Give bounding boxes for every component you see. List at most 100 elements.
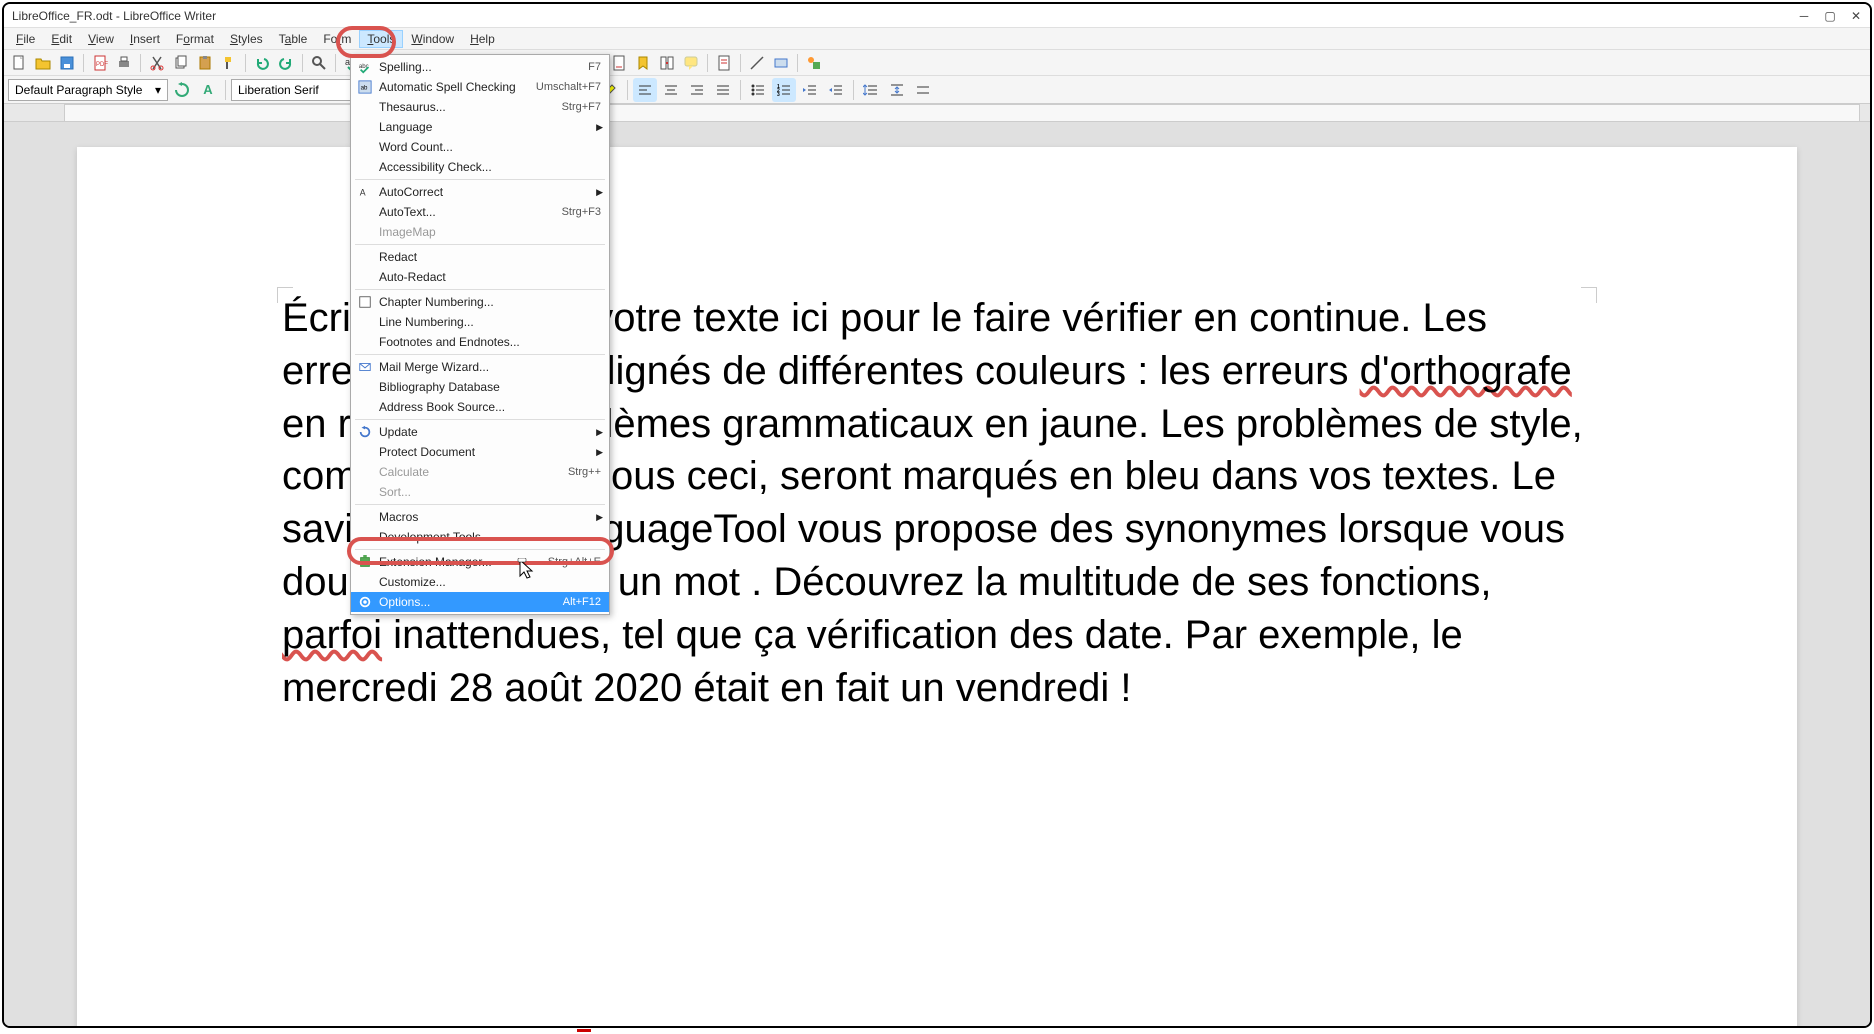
align-left-button[interactable] <box>633 78 657 102</box>
menu-item-autoredact[interactable]: Auto-Redact <box>351 267 609 287</box>
submenu-arrow-icon: ▶ <box>596 122 603 133</box>
new-doc-button[interactable] <box>8 52 30 74</box>
menu-item-customize[interactable]: Customize... <box>351 572 609 592</box>
menu-item-addressbook[interactable]: Address Book Source... <box>351 397 609 417</box>
menu-tools[interactable]: Tools <box>359 30 403 48</box>
cut-button[interactable] <box>146 52 168 74</box>
submenu-arrow-icon: ▶ <box>596 427 603 438</box>
insert-comment-button[interactable] <box>680 52 702 74</box>
margin-marker-tr <box>1581 287 1597 303</box>
export-pdf-button[interactable]: PDF <box>89 52 111 74</box>
menu-insert[interactable]: Insert <box>122 30 168 48</box>
paste-button[interactable] <box>194 52 216 74</box>
gear-icon <box>357 594 373 610</box>
menu-item-devtools[interactable]: Development Tools <box>351 527 609 547</box>
find-button[interactable] <box>308 52 330 74</box>
new-style-button[interactable]: A <box>196 78 220 102</box>
align-right-button[interactable] <box>685 78 709 102</box>
save-button[interactable] <box>56 52 78 74</box>
svg-text:A: A <box>360 188 366 198</box>
menu-form[interactable]: Form <box>315 30 359 48</box>
document-area[interactable]: Écrivez ou collez votre texte ici pour l… <box>4 122 1870 1026</box>
window-title: LibreOffice_FR.odt - LibreOffice Writer <box>12 9 216 23</box>
menu-item-options[interactable]: Options...Alt+F12 <box>351 592 609 612</box>
menubar: File Edit View Insert Format Styles Tabl… <box>4 28 1870 50</box>
minimize-button[interactable]: ─ <box>1798 10 1810 22</box>
menu-item-thesaurus[interactable]: Thesaurus...Strg+F7 <box>351 97 609 117</box>
menu-item-mailmerge[interactable]: Mail Merge Wizard... <box>351 357 609 377</box>
menu-separator <box>355 504 605 505</box>
numbered-list-button[interactable]: 123 <box>772 78 796 102</box>
menu-edit[interactable]: Edit <box>43 30 80 48</box>
menu-format[interactable]: Format <box>168 30 222 48</box>
menu-styles[interactable]: Styles <box>222 30 271 48</box>
show-draw-functions-button[interactable] <box>803 52 825 74</box>
menu-item-imagemap: ImageMap <box>351 222 609 242</box>
spelling-error-1[interactable]: d'orthografe <box>1360 349 1572 393</box>
menu-table[interactable]: Table <box>271 30 316 48</box>
submenu-arrow-icon: ▶ <box>596 447 603 458</box>
insert-footnote-button[interactable] <box>608 52 630 74</box>
open-button[interactable] <box>32 52 54 74</box>
paragraph-style-combo[interactable]: Default Paragraph Style▾ <box>8 79 168 101</box>
track-changes-button[interactable] <box>713 52 735 74</box>
menu-item-spelling[interactable]: abc Spelling...F7 <box>351 57 609 77</box>
menu-item-update[interactable]: Update▶ <box>351 422 609 442</box>
menu-item-accessibility[interactable]: Accessibility Check... <box>351 157 609 177</box>
menu-item-language[interactable]: Language▶ <box>351 117 609 137</box>
menu-item-autotext[interactable]: AutoText...Strg+F3 <box>351 202 609 222</box>
decrease-indent-button[interactable] <box>824 78 848 102</box>
menu-item-protect[interactable]: Protect Document▶ <box>351 442 609 462</box>
extension-icon <box>357 554 373 570</box>
svg-text:PDF: PDF <box>96 62 108 68</box>
font-name-combo[interactable]: Liberation Serif <box>231 79 361 101</box>
standard-toolbar: PDF abc ¶ A Ω <box>4 50 1870 76</box>
increase-indent-button[interactable] <box>798 78 822 102</box>
insert-cross-ref-button[interactable] <box>656 52 678 74</box>
spelling-error-2[interactable]: parfoi <box>282 613 382 657</box>
menu-view[interactable]: View <box>80 30 122 48</box>
basic-shapes-button[interactable] <box>770 52 792 74</box>
copy-button[interactable] <box>170 52 192 74</box>
titlebar: LibreOffice_FR.odt - LibreOffice Writer … <box>4 4 1870 28</box>
insert-bookmark-button[interactable] <box>632 52 654 74</box>
menu-item-redact[interactable]: Redact <box>351 247 609 267</box>
menu-item-line-numbering[interactable]: Line Numbering... <box>351 312 609 332</box>
update-style-button[interactable] <box>170 78 194 102</box>
menu-separator <box>355 244 605 245</box>
menu-file[interactable]: File <box>8 30 43 48</box>
menu-item-bibliography[interactable]: Bibliography Database <box>351 377 609 397</box>
paragraph-spacing-button[interactable] <box>885 78 909 102</box>
formatting-toolbar: Default Paragraph Style▾ A Liberation Se… <box>4 76 1870 104</box>
menu-separator <box>355 289 605 290</box>
clone-formatting-button[interactable] <box>218 52 240 74</box>
align-center-button[interactable] <box>659 78 683 102</box>
menu-item-footnotes[interactable]: Footnotes and Endnotes... <box>351 332 609 352</box>
print-button[interactable] <box>113 52 135 74</box>
undo-button[interactable] <box>251 52 273 74</box>
maximize-button[interactable]: ▢ <box>1824 10 1836 22</box>
ruler[interactable] <box>4 104 1870 122</box>
margin-marker-tl <box>277 287 293 303</box>
auto-spellcheck-icon: ab <box>357 79 373 95</box>
redo-button[interactable] <box>275 52 297 74</box>
update-icon <box>357 424 373 440</box>
menu-item-chapter-numbering[interactable]: Chapter Numbering... <box>351 292 609 312</box>
menu-item-autocorrect[interactable]: A AutoCorrect▶ <box>351 182 609 202</box>
bullet-list-button[interactable] <box>746 78 770 102</box>
align-justify-button[interactable] <box>711 78 735 102</box>
menu-window[interactable]: Window <box>403 30 462 48</box>
menu-item-auto-spell[interactable]: ab Automatic Spell CheckingUmschalt+F7 <box>351 77 609 97</box>
menu-item-word-count[interactable]: Word Count... <box>351 137 609 157</box>
menu-item-sort: Sort... <box>351 482 609 502</box>
line-spacing-button[interactable] <box>859 78 883 102</box>
menu-item-macros[interactable]: Macros▶ <box>351 507 609 527</box>
svg-text:3: 3 <box>777 92 780 98</box>
menu-help[interactable]: Help <box>462 30 503 48</box>
menu-item-extension-manager[interactable]: Extension Manager...Strg+Alt+E <box>351 552 609 572</box>
close-button[interactable]: ✕ <box>1850 10 1862 22</box>
insert-line-button[interactable] <box>746 52 768 74</box>
page: Écrivez ou collez votre texte ici pour l… <box>77 147 1797 1026</box>
menu-item-calculate: CalculateStrg++ <box>351 462 609 482</box>
decrease-para-spacing-button[interactable] <box>911 78 935 102</box>
